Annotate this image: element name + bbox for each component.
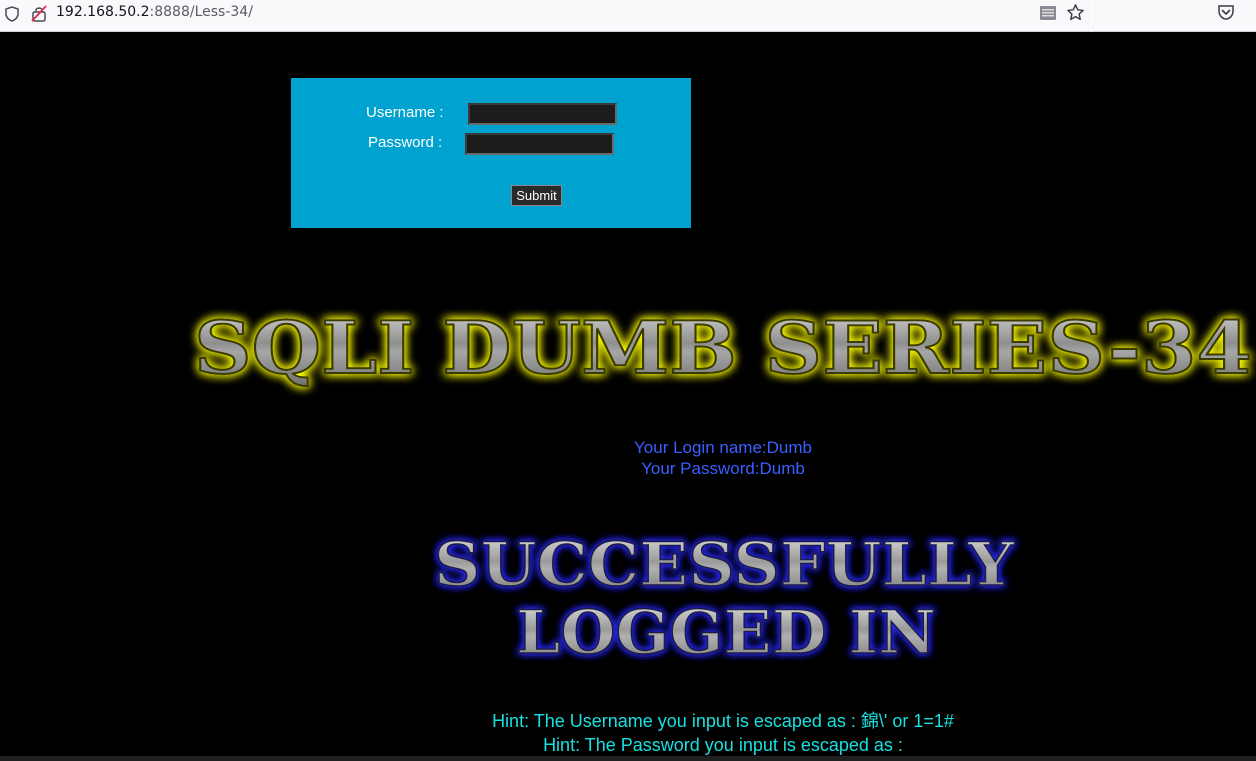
password-input[interactable] (465, 133, 614, 155)
password-hint: Hint: The Password you input is escaped … (543, 735, 903, 755)
pocket-icon[interactable] (1217, 4, 1235, 21)
url-path: :8888/Less-34/ (149, 4, 253, 20)
bottom-divider (0, 756, 1256, 761)
username-hint: Hint: The Username you input is escaped … (492, 711, 954, 731)
series-title-text: SQLI DUMB SERIES-34 (194, 305, 1252, 390)
insecure-lock-icon[interactable] (31, 5, 47, 22)
success-line-1: SUCCESSFULLY (434, 530, 1015, 600)
submit-button[interactable]: Submit (511, 185, 562, 206)
url-host: 192.168.50.2 (56, 4, 150, 20)
shield-icon[interactable] (5, 6, 19, 22)
reader-view-icon[interactable] (1039, 5, 1057, 21)
address-bar[interactable]: 192.168.50.2:8888/Less-34/ (56, 4, 253, 20)
password-label: Password : (368, 134, 443, 151)
login-form: Username : Password : Submit (291, 78, 691, 228)
series-title-banner: SQLI DUMB SERIES-34 (193, 304, 1253, 391)
username-input[interactable] (468, 103, 617, 125)
success-banner: SUCCESSFULLY LOGGED IN (433, 529, 1016, 669)
bookmark-star-icon[interactable] (1066, 3, 1085, 22)
login-name-text: Your Login name:Dumb (634, 438, 812, 457)
username-label: Username : (366, 104, 444, 121)
success-line-2: LOGGED IN (516, 598, 936, 668)
password-text: Your Password:Dumb (641, 459, 805, 478)
browser-toolbar: 192.168.50.2:8888/Less-34/ (0, 0, 1256, 32)
toolbar-separator (1091, 0, 1092, 32)
